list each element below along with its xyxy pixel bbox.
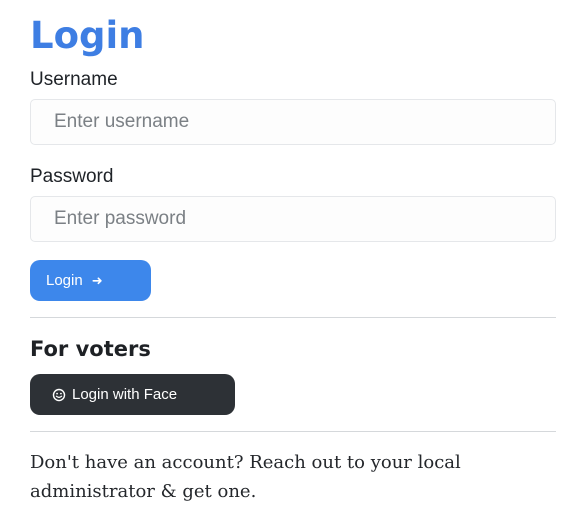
username-label: Username xyxy=(30,69,118,90)
login-button-label: Login xyxy=(46,272,83,289)
page-title: Login xyxy=(30,14,145,57)
password-label: Password xyxy=(30,166,114,187)
login-button[interactable]: Login ➜ xyxy=(30,260,151,301)
password-input[interactable] xyxy=(30,196,556,242)
login-panel: Login Username Password Login ➜ For vote… xyxy=(30,12,556,506)
voters-heading: For voters xyxy=(30,337,151,361)
arrow-right-icon: ➜ xyxy=(91,273,103,288)
divider xyxy=(30,431,556,432)
face-icon xyxy=(52,388,66,401)
username-input[interactable] xyxy=(30,99,556,145)
login-with-face-label: Login with Face xyxy=(72,386,178,403)
login-with-face-button[interactable]: Login with Face xyxy=(30,374,235,415)
account-help-text: Don't have an account? Reach out to your… xyxy=(30,452,461,502)
divider xyxy=(30,317,556,318)
